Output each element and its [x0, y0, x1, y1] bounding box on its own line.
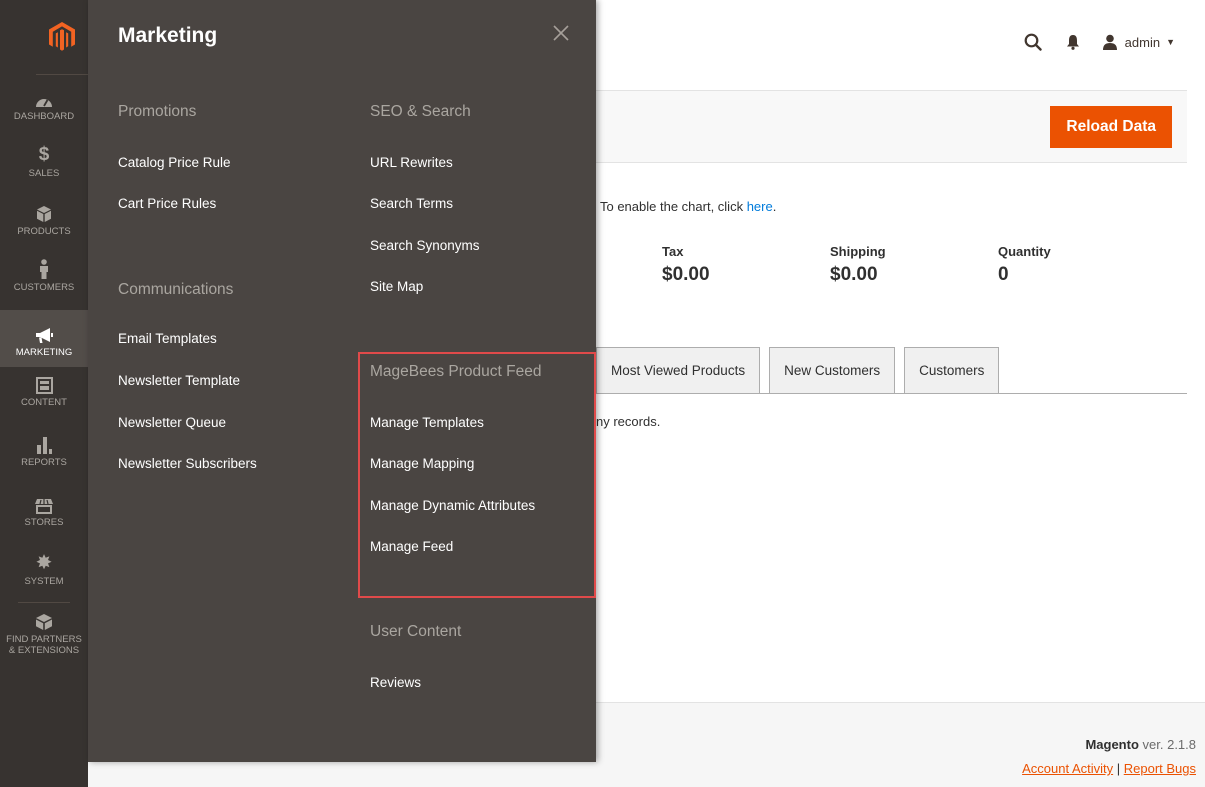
- nav-label-line2: & Extensions: [8, 645, 80, 656]
- nav-label: Sales: [28, 168, 60, 179]
- nav-label: Marketing: [15, 347, 73, 358]
- nav-label: Dashboard: [13, 111, 75, 122]
- no-records-message: ny records.: [596, 414, 661, 429]
- total-label: Tax: [662, 244, 684, 259]
- nav-divider: [18, 602, 70, 603]
- chart-note-suffix: .: [772, 199, 777, 214]
- nav-reports[interactable]: Reports: [0, 434, 88, 478]
- reload-data-button[interactable]: Reload Data: [1050, 106, 1172, 148]
- tab-new-customers[interactable]: New Customers: [769, 347, 896, 393]
- cube-icon: [36, 203, 52, 223]
- total-value: $0.00: [830, 264, 878, 285]
- gear-icon: ✸: [35, 552, 53, 574]
- dashboard-tabs: Most Viewed Products New Customers Custo…: [596, 347, 1008, 393]
- group-title-communications: Communications: [118, 281, 234, 298]
- tab-customers[interactable]: Customers: [904, 347, 1000, 393]
- total-quantity: Quantity 0: [998, 244, 1051, 286]
- nav-label-line1: Find Partners: [6, 634, 82, 645]
- flyout-title: Marketing: [118, 24, 218, 47]
- admin-user-name: admin: [1124, 34, 1161, 50]
- enable-chart-link[interactable]: here: [747, 199, 773, 214]
- menu-link-email-templates[interactable]: Email Templates: [118, 331, 217, 346]
- menu-link-manage-templates[interactable]: Manage Templates: [370, 415, 484, 430]
- nav-products[interactable]: Products: [0, 203, 88, 247]
- user-icon: [1102, 34, 1117, 50]
- total-shipping: Shipping $0.00: [830, 244, 886, 286]
- total-label: Shipping: [830, 244, 886, 259]
- group-title-user-content: User Content: [370, 623, 462, 640]
- account-activity-link[interactable]: Account Activity: [1022, 761, 1113, 776]
- chart-disabled-note: . To enable the chart, click here.: [593, 199, 776, 214]
- footer-links: Account Activity | Report Bugs: [1022, 761, 1196, 776]
- total-label: Quantity: [998, 244, 1051, 259]
- nav-label: System: [24, 576, 64, 587]
- nav-stores[interactable]: Stores: [0, 494, 88, 538]
- nav-label: Reports: [21, 457, 67, 468]
- report-bugs-link[interactable]: Report Bugs: [1124, 761, 1196, 776]
- menu-link-manage-mapping[interactable]: Manage Mapping: [370, 456, 474, 471]
- menu-link-newsletter-subscribers[interactable]: Newsletter Subscribers: [118, 456, 257, 471]
- menu-link-cart-price-rules[interactable]: Cart Price Rules: [118, 196, 216, 211]
- nav-system[interactable]: ✸ System: [0, 553, 88, 597]
- magento-brand: Magento: [1085, 737, 1139, 752]
- page-footer-left: [88, 762, 596, 787]
- nav-label: Content: [21, 397, 67, 408]
- menu-link-newsletter-queue[interactable]: Newsletter Queue: [118, 415, 226, 430]
- admin-sidebar: Dashboard $ Sales Products Customers Mar…: [0, 0, 88, 787]
- storefront-icon: [35, 494, 53, 514]
- menu-link-catalog-price-rule[interactable]: Catalog Price Rule: [118, 155, 231, 170]
- total-value: 0: [998, 264, 1009, 285]
- dollar-icon: $: [38, 144, 50, 165]
- menu-link-reviews[interactable]: Reviews: [370, 675, 421, 690]
- version-number: ver. 2.1.8: [1138, 737, 1196, 752]
- header-actions: admin ▼: [1000, 33, 1175, 51]
- total-value: $0.00: [662, 264, 710, 285]
- megaphone-icon: [34, 324, 54, 344]
- person-icon: [38, 259, 50, 279]
- menu-link-search-synonyms[interactable]: Search Synonyms: [370, 238, 480, 253]
- menu-link-manage-feed[interactable]: Manage Feed: [370, 539, 453, 554]
- magento-version: Magento ver. 2.1.8: [1085, 737, 1196, 752]
- close-icon[interactable]: [550, 22, 572, 44]
- nav-find-partners[interactable]: Find Partners & Extensions: [0, 611, 88, 665]
- magento-logo[interactable]: [36, 0, 88, 75]
- menu-link-search-terms[interactable]: Search Terms: [370, 196, 453, 211]
- tab-most-viewed-products[interactable]: Most Viewed Products: [596, 347, 761, 393]
- chart-note-text: . To enable the chart, click: [593, 199, 747, 214]
- nav-content[interactable]: Content: [0, 374, 88, 418]
- nav-sales[interactable]: $ Sales: [0, 145, 88, 189]
- tabs-divider: [596, 393, 1187, 394]
- nav-dashboard[interactable]: Dashboard: [0, 88, 88, 132]
- dashboard-icon: [35, 88, 53, 108]
- group-title-magebees-product-feed: MageBees Product Feed: [370, 363, 542, 380]
- highlight-box: [358, 352, 596, 598]
- caret-down-icon: ▼: [1166, 37, 1175, 47]
- marketing-flyout-menu: Marketing Promotions Catalog Price Rule …: [88, 0, 596, 762]
- nav-label: Products: [17, 226, 71, 237]
- menu-link-manage-dynamic-attributes[interactable]: Manage Dynamic Attributes: [370, 498, 535, 513]
- nav-customers[interactable]: Customers: [0, 259, 88, 303]
- group-title-promotions: Promotions: [118, 103, 197, 120]
- nav-label: Customers: [13, 282, 75, 293]
- menu-link-site-map[interactable]: Site Map: [370, 279, 423, 294]
- footer-separator: |: [1113, 761, 1124, 776]
- bar-chart-icon: [36, 434, 52, 454]
- menu-link-newsletter-template[interactable]: Newsletter Template: [118, 373, 240, 388]
- admin-user-menu[interactable]: admin ▼: [1102, 34, 1175, 50]
- menu-link-url-rewrites[interactable]: URL Rewrites: [370, 155, 453, 170]
- box-icon: [35, 611, 53, 631]
- nav-label: Stores: [24, 517, 64, 528]
- bell-icon[interactable]: [1066, 34, 1080, 50]
- total-tax: Tax $0.00: [662, 244, 710, 286]
- search-icon[interactable]: [1024, 33, 1042, 51]
- nav-marketing[interactable]: Marketing: [0, 310, 88, 367]
- layout-icon: [35, 374, 53, 394]
- group-title-seo-search: SEO & Search: [370, 103, 471, 120]
